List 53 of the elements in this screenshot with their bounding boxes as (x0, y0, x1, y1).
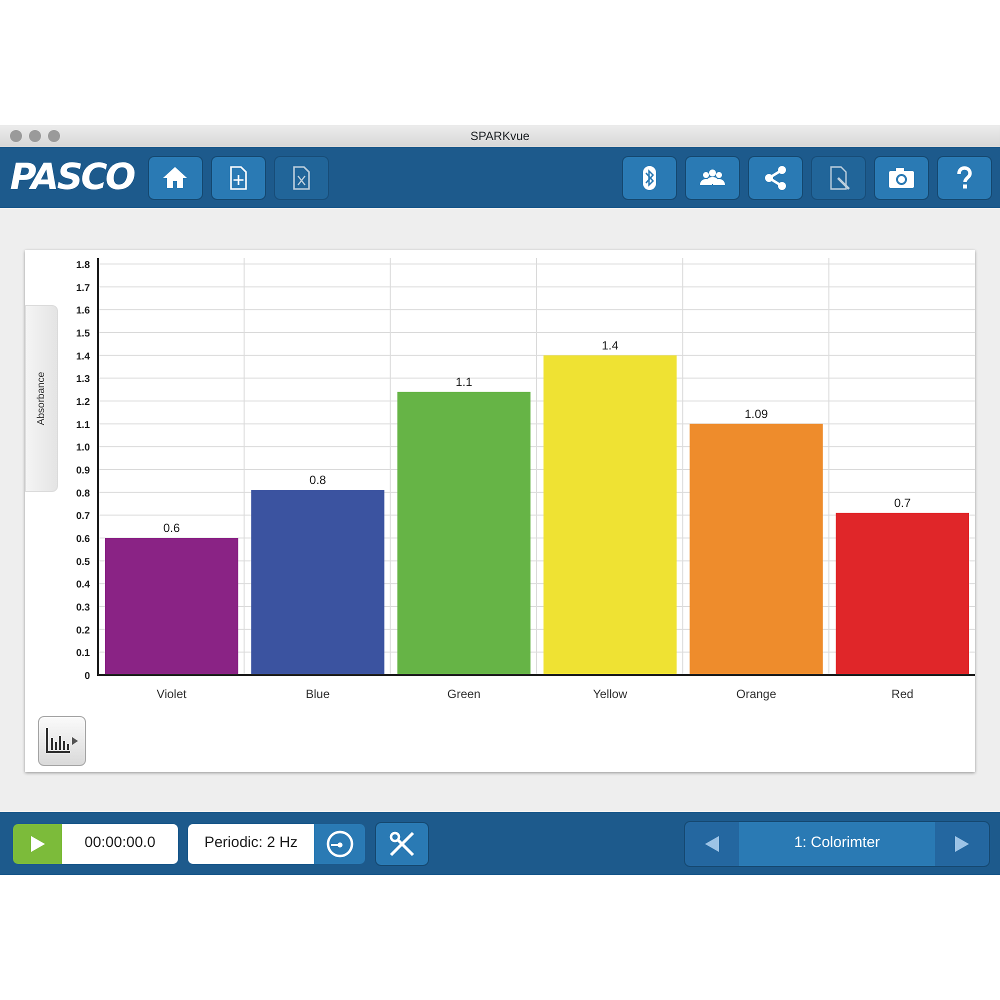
y-tick-label: 0.6 (76, 534, 90, 545)
category-label: Violet (156, 687, 186, 701)
y-tick-label: 1.6 (76, 306, 90, 317)
start-button[interactable] (13, 824, 62, 864)
bluetooth-button[interactable] (622, 156, 677, 200)
value-label: 0.6 (163, 521, 180, 535)
document-plus-button[interactable] (210, 156, 266, 200)
value-label: 1.4 (602, 338, 618, 352)
y-tick-label: 0 (84, 671, 90, 682)
right-arrow-icon (954, 834, 970, 852)
window-title: SPARKvue (470, 129, 530, 143)
value-label: 0.7 (894, 496, 911, 510)
y-tick-label: 0.2 (76, 625, 90, 636)
value-label: 1.09 (744, 406, 768, 421)
y-tick-label: 1.2 (76, 397, 90, 408)
y-axis-tab[interactable]: Absorbance (25, 305, 58, 492)
y-tick-label: 1.7 (76, 282, 90, 294)
home-button[interactable] (148, 156, 203, 200)
y-tick-label: 1.0 (76, 442, 90, 454)
camera-button[interactable] (874, 156, 929, 200)
y-tick-label: 0.7 (76, 511, 90, 522)
value-label: 0.8 (309, 473, 326, 488)
tools-button[interactable] (375, 822, 429, 866)
y-tick-label: 0.3 (76, 602, 90, 614)
bar-chart-icon (44, 726, 80, 756)
category-label: Blue (306, 687, 330, 701)
category-label: Red (891, 687, 914, 701)
y-tick-label: 0.8 (76, 488, 90, 500)
help-button[interactable] (937, 156, 992, 200)
left-arrow-icon (704, 834, 720, 852)
people-button[interactable] (685, 156, 740, 200)
y-tick-label: 0.1 (76, 648, 90, 660)
time-display: 00:00:00.0 (62, 824, 178, 864)
category-label: Yellow (592, 687, 628, 701)
category-label: Green (447, 687, 481, 701)
logo: PASCO (10, 157, 134, 198)
y-tick-label: 0.4 (76, 580, 90, 591)
graph-tools-button[interactable] (38, 716, 86, 766)
y-tick-label: 0.9 (76, 466, 90, 476)
sampling-mode-button[interactable] (314, 824, 365, 864)
y-tick-label: 0.5 (76, 556, 90, 568)
y-tick-label: 1.1 (76, 420, 90, 431)
share-button[interactable] (748, 156, 803, 200)
sampling-rate-button[interactable]: Periodic: 2 Hz (188, 824, 314, 864)
y-tick-label: 1.8 (76, 260, 90, 271)
category-label: Orange (736, 687, 776, 701)
y-tick-label: 1.5 (76, 328, 90, 340)
stopwatch-icon (324, 828, 354, 858)
y-tick-label: 1.4 (76, 351, 90, 362)
play-icon (30, 834, 46, 852)
y-tick-label: 1.3 (76, 374, 90, 386)
value-label: 1.1 (456, 374, 472, 389)
page-title: 1: Colorimter (794, 833, 880, 854)
